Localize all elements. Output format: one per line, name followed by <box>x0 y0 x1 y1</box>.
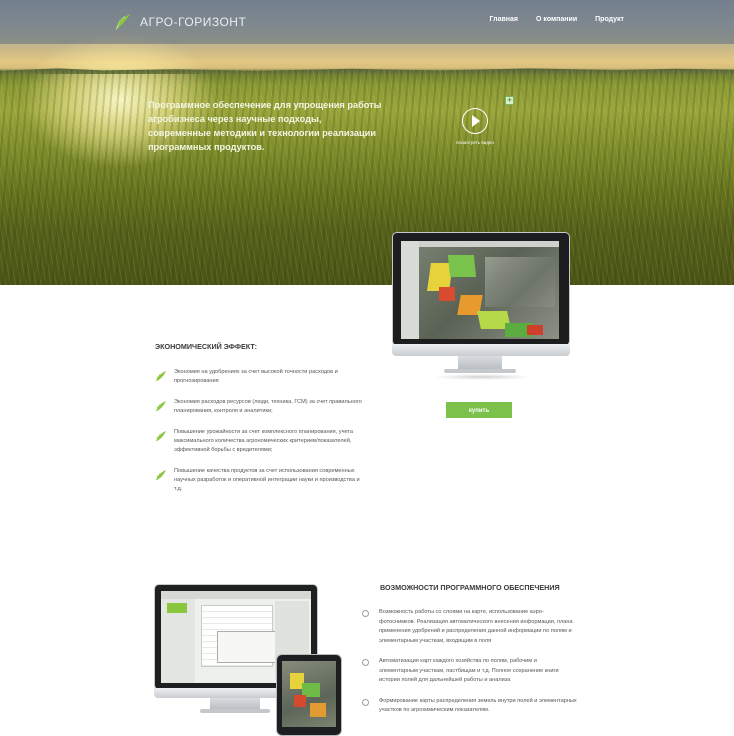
watch-video-link[interactable]: посмотреть видео <box>440 140 510 145</box>
economic-effect-title: ЭКОНОМИЧЕСКИЙ ЭФФЕКТ: <box>155 342 258 351</box>
list-item-text: Повышение урожайности за счет комплексно… <box>174 429 354 453</box>
list-item: Экономия на удобрениях за счет высокой т… <box>155 368 365 386</box>
top-navbar: АГРО-ГОРИЗОНТ Главная О компании Продукт <box>0 0 734 44</box>
list-item-text: Экономия расходов ресурсов (люди, техник… <box>174 399 362 414</box>
leaf-icon <box>156 401 166 411</box>
map-field-green <box>447 255 477 277</box>
map-field-red2 <box>527 325 543 335</box>
nav-about[interactable]: О компании <box>536 16 577 23</box>
bullet-circle-icon <box>362 610 369 617</box>
map-field-red <box>439 287 455 301</box>
brand-logo[interactable]: АГРО-ГОРИЗОНТ <box>112 11 246 33</box>
plus-badge-icon: + <box>505 96 514 105</box>
software-features-title: ВОЗМОЖНОСТИ ПРОГРАММНОГО ОБЕСПЕЧЕНИЯ <box>380 583 560 592</box>
main-nav: Главная О компании Продукт <box>490 16 624 23</box>
monitor-shadow <box>432 374 532 380</box>
monitor-stand <box>458 356 502 370</box>
list-item-text: Экономия на удобрениях за счет высокой т… <box>174 369 338 384</box>
hero-headline: Программное обеспечение для упрощения ра… <box>148 100 382 152</box>
map-screenshot <box>401 241 559 339</box>
monitor-foot <box>200 709 270 713</box>
software-features-list: Возможность работы со слоями на карте, и… <box>362 608 577 727</box>
map-field-red <box>294 695 306 707</box>
list-item-text: Повышение качества продуктов за счет исп… <box>174 468 360 492</box>
map-sidebar <box>401 241 419 339</box>
hero-banner: АГРО-ГОРИЗОНТ Главная О компании Продукт… <box>0 0 734 285</box>
list-item-text: Возможность работы со слоями на карте, и… <box>379 609 573 644</box>
bullet-circle-icon <box>362 659 369 666</box>
monitor-bezel <box>392 232 570 346</box>
tablet-device <box>276 654 342 736</box>
nav-home[interactable]: Главная <box>490 16 518 23</box>
app-logo-mini <box>167 603 187 613</box>
list-item: Формирование карты распределения земель … <box>362 697 577 716</box>
list-item: Возможность работы со слоями на карте, и… <box>362 608 577 646</box>
wheat-leaf-icon <box>115 13 131 30</box>
play-circle-icon[interactable] <box>462 108 488 134</box>
list-item: Экономия расходов ресурсов (люди, техник… <box>155 398 365 416</box>
map-toolbar <box>419 241 559 247</box>
buy-button[interactable]: купить <box>446 402 512 418</box>
app-dialog <box>217 631 279 663</box>
map-terrain <box>485 257 555 307</box>
bullet-circle-icon <box>362 698 369 706</box>
list-item-text: Формирование карты распределения земель … <box>379 697 577 714</box>
tablet-map-screenshot <box>282 661 336 727</box>
leaf-icon <box>156 431 166 441</box>
monitor-chin <box>392 344 570 356</box>
monitor-foot <box>444 369 516 373</box>
list-item-text: Автоматизация карт каждого хозяйства по … <box>379 658 559 683</box>
brand-name: АГРО-ГОРИЗОНТ <box>140 15 247 29</box>
app-header <box>161 591 311 599</box>
leaf-icon <box>156 371 166 381</box>
leaf-icon <box>156 470 166 480</box>
economic-effect-list: Экономия на удобрениях за счет высокой т… <box>155 368 365 506</box>
list-item: Повышение качества продуктов за счет исп… <box>155 467 365 494</box>
list-item: Автоматизация карт каждого хозяйства по … <box>362 657 577 686</box>
list-item: Повышение урожайности за счет комплексно… <box>155 428 365 455</box>
map-field-orange <box>310 703 326 717</box>
nav-product[interactable]: Продукт <box>595 16 624 23</box>
desktop-monitor-map <box>392 232 570 382</box>
